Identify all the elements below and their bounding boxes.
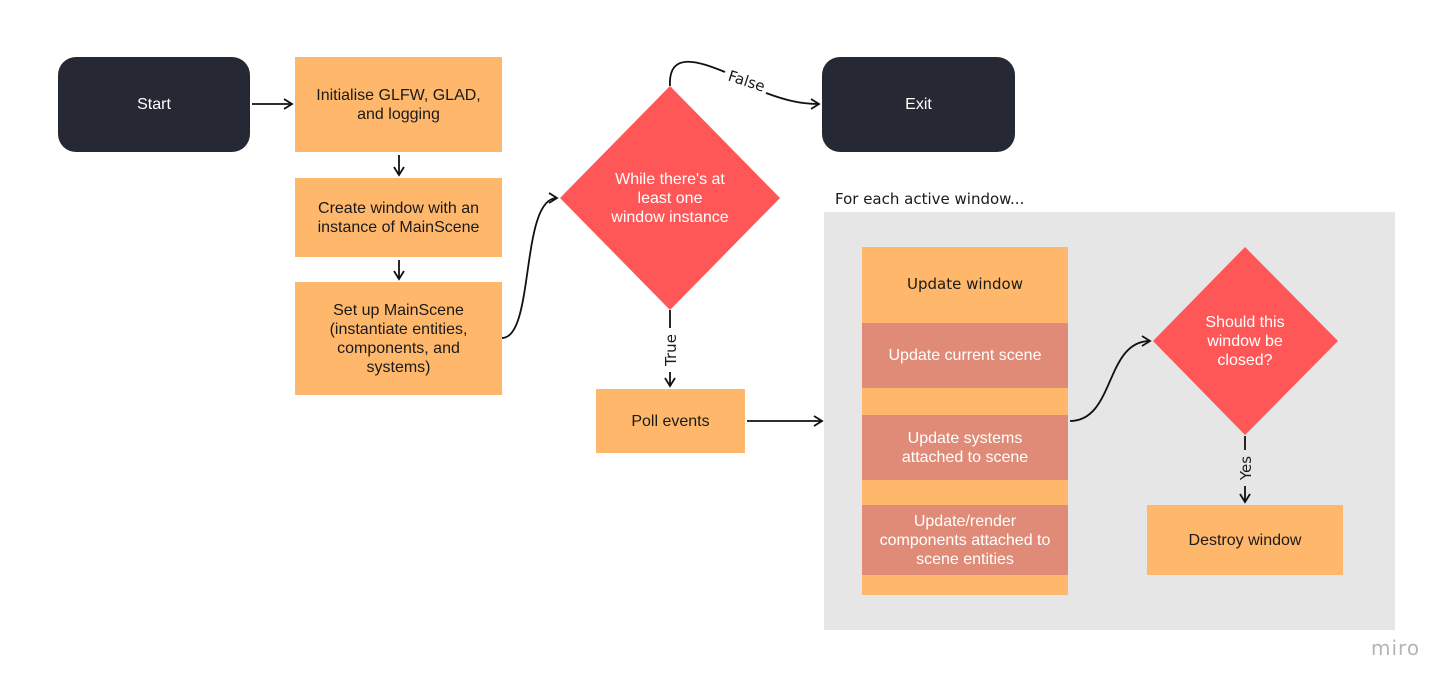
edge-column-close [1069, 335, 1152, 422]
poll-events-node: Poll events [596, 389, 745, 453]
destroy-window-node: Destroy window [1147, 505, 1343, 575]
close-decision-text: Should this window be closed? [1205, 313, 1285, 369]
yes-label: Yes [1237, 456, 1255, 481]
create-window-node: Create window with an instance of MainSc… [295, 178, 502, 257]
update-components-node: Update/render components attached to sce… [862, 505, 1068, 575]
loop-decision-text: While there's at least one window instan… [611, 170, 729, 226]
miro-logo: miro [1371, 636, 1421, 660]
exit-node: Exit [822, 57, 1015, 152]
update-scene-node: Update current scene [862, 323, 1068, 388]
update-window-node: Update window [906, 275, 1023, 293]
false-label: False [726, 67, 767, 96]
true-label: True [662, 334, 680, 367]
setup-node: Set up MainScene (instantiate entities, … [295, 282, 502, 395]
update-systems-node: Update systems attached to scene [862, 415, 1068, 480]
start-node: Start [58, 57, 250, 152]
edge-setup-decision [501, 192, 559, 339]
init-node: Initialise GLFW, GLAD, and logging [295, 57, 502, 152]
